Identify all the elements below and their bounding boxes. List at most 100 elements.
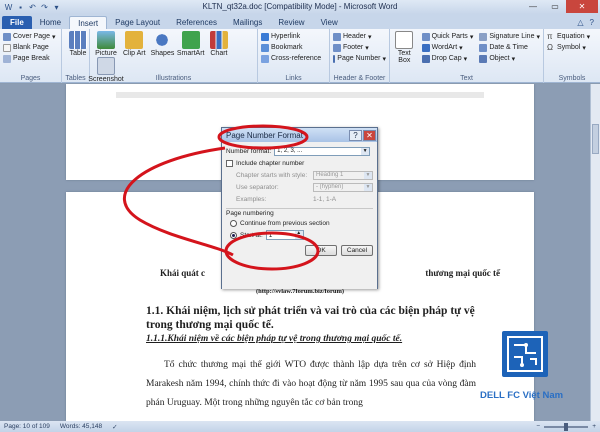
group-illustrations: Picture Clip Art Shapes SmartArt Chart S… (88, 29, 258, 83)
dialog-close-button[interactable]: ✕ (363, 129, 376, 141)
page-break-button[interactable]: Page Break (3, 53, 58, 64)
proofing-icon[interactable]: ✓ (112, 423, 117, 431)
signature-line-button[interactable]: Signature Line ▾ (479, 31, 540, 42)
text-box-icon (395, 31, 414, 49)
examples-label: Examples: (236, 195, 267, 203)
drop-cap-button[interactable]: Drop Cap ▾ (421, 53, 474, 64)
hyperlink-button[interactable]: Hyperlink (261, 31, 326, 42)
smartart-icon (181, 31, 200, 49)
tab-insert[interactable]: Insert (69, 16, 108, 29)
shapes-button[interactable]: Shapes (149, 31, 175, 57)
tab-home[interactable]: Home (32, 16, 69, 29)
save-icon[interactable]: ▪ (16, 3, 25, 12)
close-button[interactable]: ✕ (566, 0, 598, 13)
cross-reference-button[interactable]: Cross-reference (261, 53, 326, 64)
date-time-button[interactable]: Date & Time (479, 42, 540, 53)
tab-view[interactable]: View (313, 16, 346, 29)
ribbon-right-controls: △ ? (577, 18, 600, 29)
text-box-button[interactable]: Text Box (393, 31, 416, 64)
group-label-tables: Tables (65, 75, 86, 82)
omega-icon: Ω (547, 42, 553, 52)
window-controls: — ▭ ✕ (522, 0, 598, 13)
number-format-select[interactable]: 1, 2, 3, ... ▼ (274, 146, 371, 156)
header-button[interactable]: Header ▾ (333, 31, 386, 42)
undo-icon[interactable]: ↶ (28, 3, 37, 12)
group-label-header-footer: Header & Footer (333, 75, 386, 82)
group-header-footer: Header ▾ Footer ▾ Page Number ▾ Header &… (330, 29, 390, 83)
vertical-scrollbar[interactable] (590, 84, 600, 421)
symbol-button[interactable]: Ω Symbol ▾ (547, 42, 597, 53)
header-icon (333, 32, 341, 41)
dialog-help-button[interactable]: ? (349, 129, 362, 141)
quick-parts-icon (421, 32, 430, 41)
document-heading-2: 1.1.1.Khái niệm về các biện pháp tự vệ t… (146, 334, 403, 344)
customize-icon[interactable]: ▾ (52, 3, 61, 12)
equation-button[interactable]: π Equation ▾ (547, 31, 597, 42)
start-at-spinner[interactable]: 1 ▲ ▼ (265, 230, 304, 240)
redo-icon[interactable]: ↷ (40, 3, 49, 12)
table-button[interactable]: Table (65, 31, 91, 57)
ribbon-tabs: File Home Insert Page Layout References … (0, 14, 600, 29)
word-count[interactable]: Words: 45,148 (60, 423, 102, 430)
tab-file[interactable]: File (2, 16, 32, 29)
examples-value: 1-1, 1-A (313, 195, 337, 203)
page-numbering-label: Page numbering (226, 208, 373, 217)
smartart-button[interactable]: SmartArt (177, 31, 205, 57)
date-time-icon (479, 43, 488, 52)
group-label-illustrations: Illustrations (155, 75, 192, 82)
page-number-format-dialog: Page Number Format ? ✕ Number format: 1,… (221, 127, 378, 289)
scroll-thumb[interactable] (592, 124, 599, 154)
blank-page-button[interactable]: Blank Page (3, 42, 58, 53)
zoom-slider[interactable] (544, 422, 589, 431)
document-heading-1: 1.1. Khái niệm, lịch sử phát triển và va… (146, 305, 475, 331)
start-at-label: Start at: (240, 231, 263, 239)
chart-button[interactable]: Chart (206, 31, 232, 57)
clip-art-icon (125, 31, 144, 49)
quick-parts-button[interactable]: Quick Parts ▾ (421, 31, 473, 42)
group-text: Text Box Quick Parts ▾ WordArt ▾ Drop Ca… (390, 29, 544, 83)
page-count[interactable]: Page: 10 of 109 (4, 423, 50, 430)
drop-cap-icon (421, 54, 430, 63)
wordart-button[interactable]: WordArt ▾ (421, 42, 474, 53)
minimize-button[interactable]: — (522, 0, 544, 13)
cover-page-button[interactable]: Cover Page ▾ (3, 31, 58, 42)
picture-button[interactable]: Picture (93, 31, 119, 57)
help-icon[interactable]: ? (590, 18, 594, 27)
tab-review[interactable]: Review (270, 16, 312, 29)
group-label-links: Links (285, 75, 302, 82)
dialog-title-bar: Page Number Format ? ✕ (222, 128, 377, 142)
continue-radio[interactable] (230, 219, 237, 227)
signature-line-icon (479, 32, 488, 41)
start-at-radio[interactable] (230, 231, 237, 239)
ribbon: Cover Page ▾ Blank Page Page Break Pages… (0, 29, 600, 83)
zoom-slider-thumb[interactable] (564, 422, 569, 431)
number-format-label: Number format: (226, 147, 272, 155)
blank-page-icon (3, 43, 11, 52)
object-icon (479, 54, 488, 63)
maximize-button[interactable]: ▭ (544, 0, 566, 13)
status-bar: Page: 10 of 109 Words: 45,148 ✓ − + (0, 421, 600, 432)
include-chapter-checkbox[interactable] (226, 159, 233, 167)
tab-page-layout[interactable]: Page Layout (107, 16, 168, 29)
ok-button[interactable]: OK (305, 245, 337, 256)
hyperlink-icon (261, 32, 269, 41)
tab-mailings[interactable]: Mailings (225, 16, 270, 29)
collapse-ribbon-icon[interactable]: △ (577, 18, 583, 27)
bookmark-button[interactable]: Bookmark (261, 42, 326, 53)
shapes-icon (153, 31, 172, 49)
chapter-style-label: Chapter starts with style: (236, 171, 308, 179)
clip-art-button[interactable]: Clip Art (121, 31, 147, 57)
page-number-button[interactable]: Page Number ▾ (333, 53, 386, 64)
zoom-in-button[interactable]: + (592, 423, 596, 430)
tab-references[interactable]: References (168, 16, 225, 29)
title-bar: W ▪ ↶ ↷ ▾ KLTN_qt32a.doc [Compatibility … (0, 0, 600, 14)
cancel-button[interactable]: Cancel (341, 245, 373, 256)
footer-icon (333, 43, 341, 52)
footer-button[interactable]: Footer ▾ (333, 42, 386, 53)
spinner-arrows-icon[interactable]: ▲ ▼ (294, 231, 303, 240)
zoom-out-button[interactable]: − (536, 423, 540, 430)
group-label-pages: Pages (20, 75, 41, 82)
object-button[interactable]: Object ▾ (479, 53, 540, 64)
wordart-icon (421, 43, 430, 52)
group-pages: Cover Page ▾ Blank Page Page Break Pages (0, 29, 62, 83)
